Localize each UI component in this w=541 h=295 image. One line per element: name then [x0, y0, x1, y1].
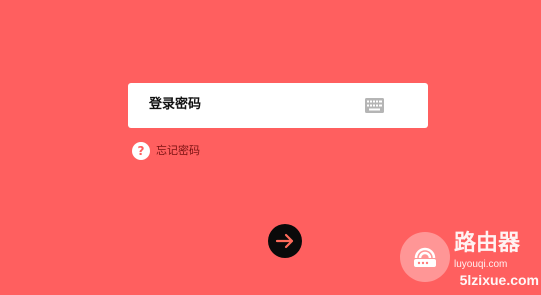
- submit-button[interactable]: [268, 224, 302, 258]
- watermark-site: 5lzixue.com: [459, 272, 539, 288]
- forgot-password-link[interactable]: ? 忘记密码: [132, 142, 200, 160]
- watermark-title: 路由器: [454, 231, 521, 256]
- keyboard-icon[interactable]: [365, 98, 384, 113]
- watermark-url: luyouqi.com: [454, 259, 508, 270]
- help-icon: ?: [132, 142, 150, 160]
- password-label: 登录密码: [149, 97, 202, 112]
- forgot-password-label[interactable]: 忘记密码: [156, 142, 200, 160]
- password-field[interactable]: 登录密码: [128, 83, 428, 128]
- arrow-right-icon: [275, 233, 294, 249]
- router-logo-icon: [400, 232, 450, 282]
- watermark: 路由器 luyouqi.com 5lzixue.com: [400, 229, 539, 287]
